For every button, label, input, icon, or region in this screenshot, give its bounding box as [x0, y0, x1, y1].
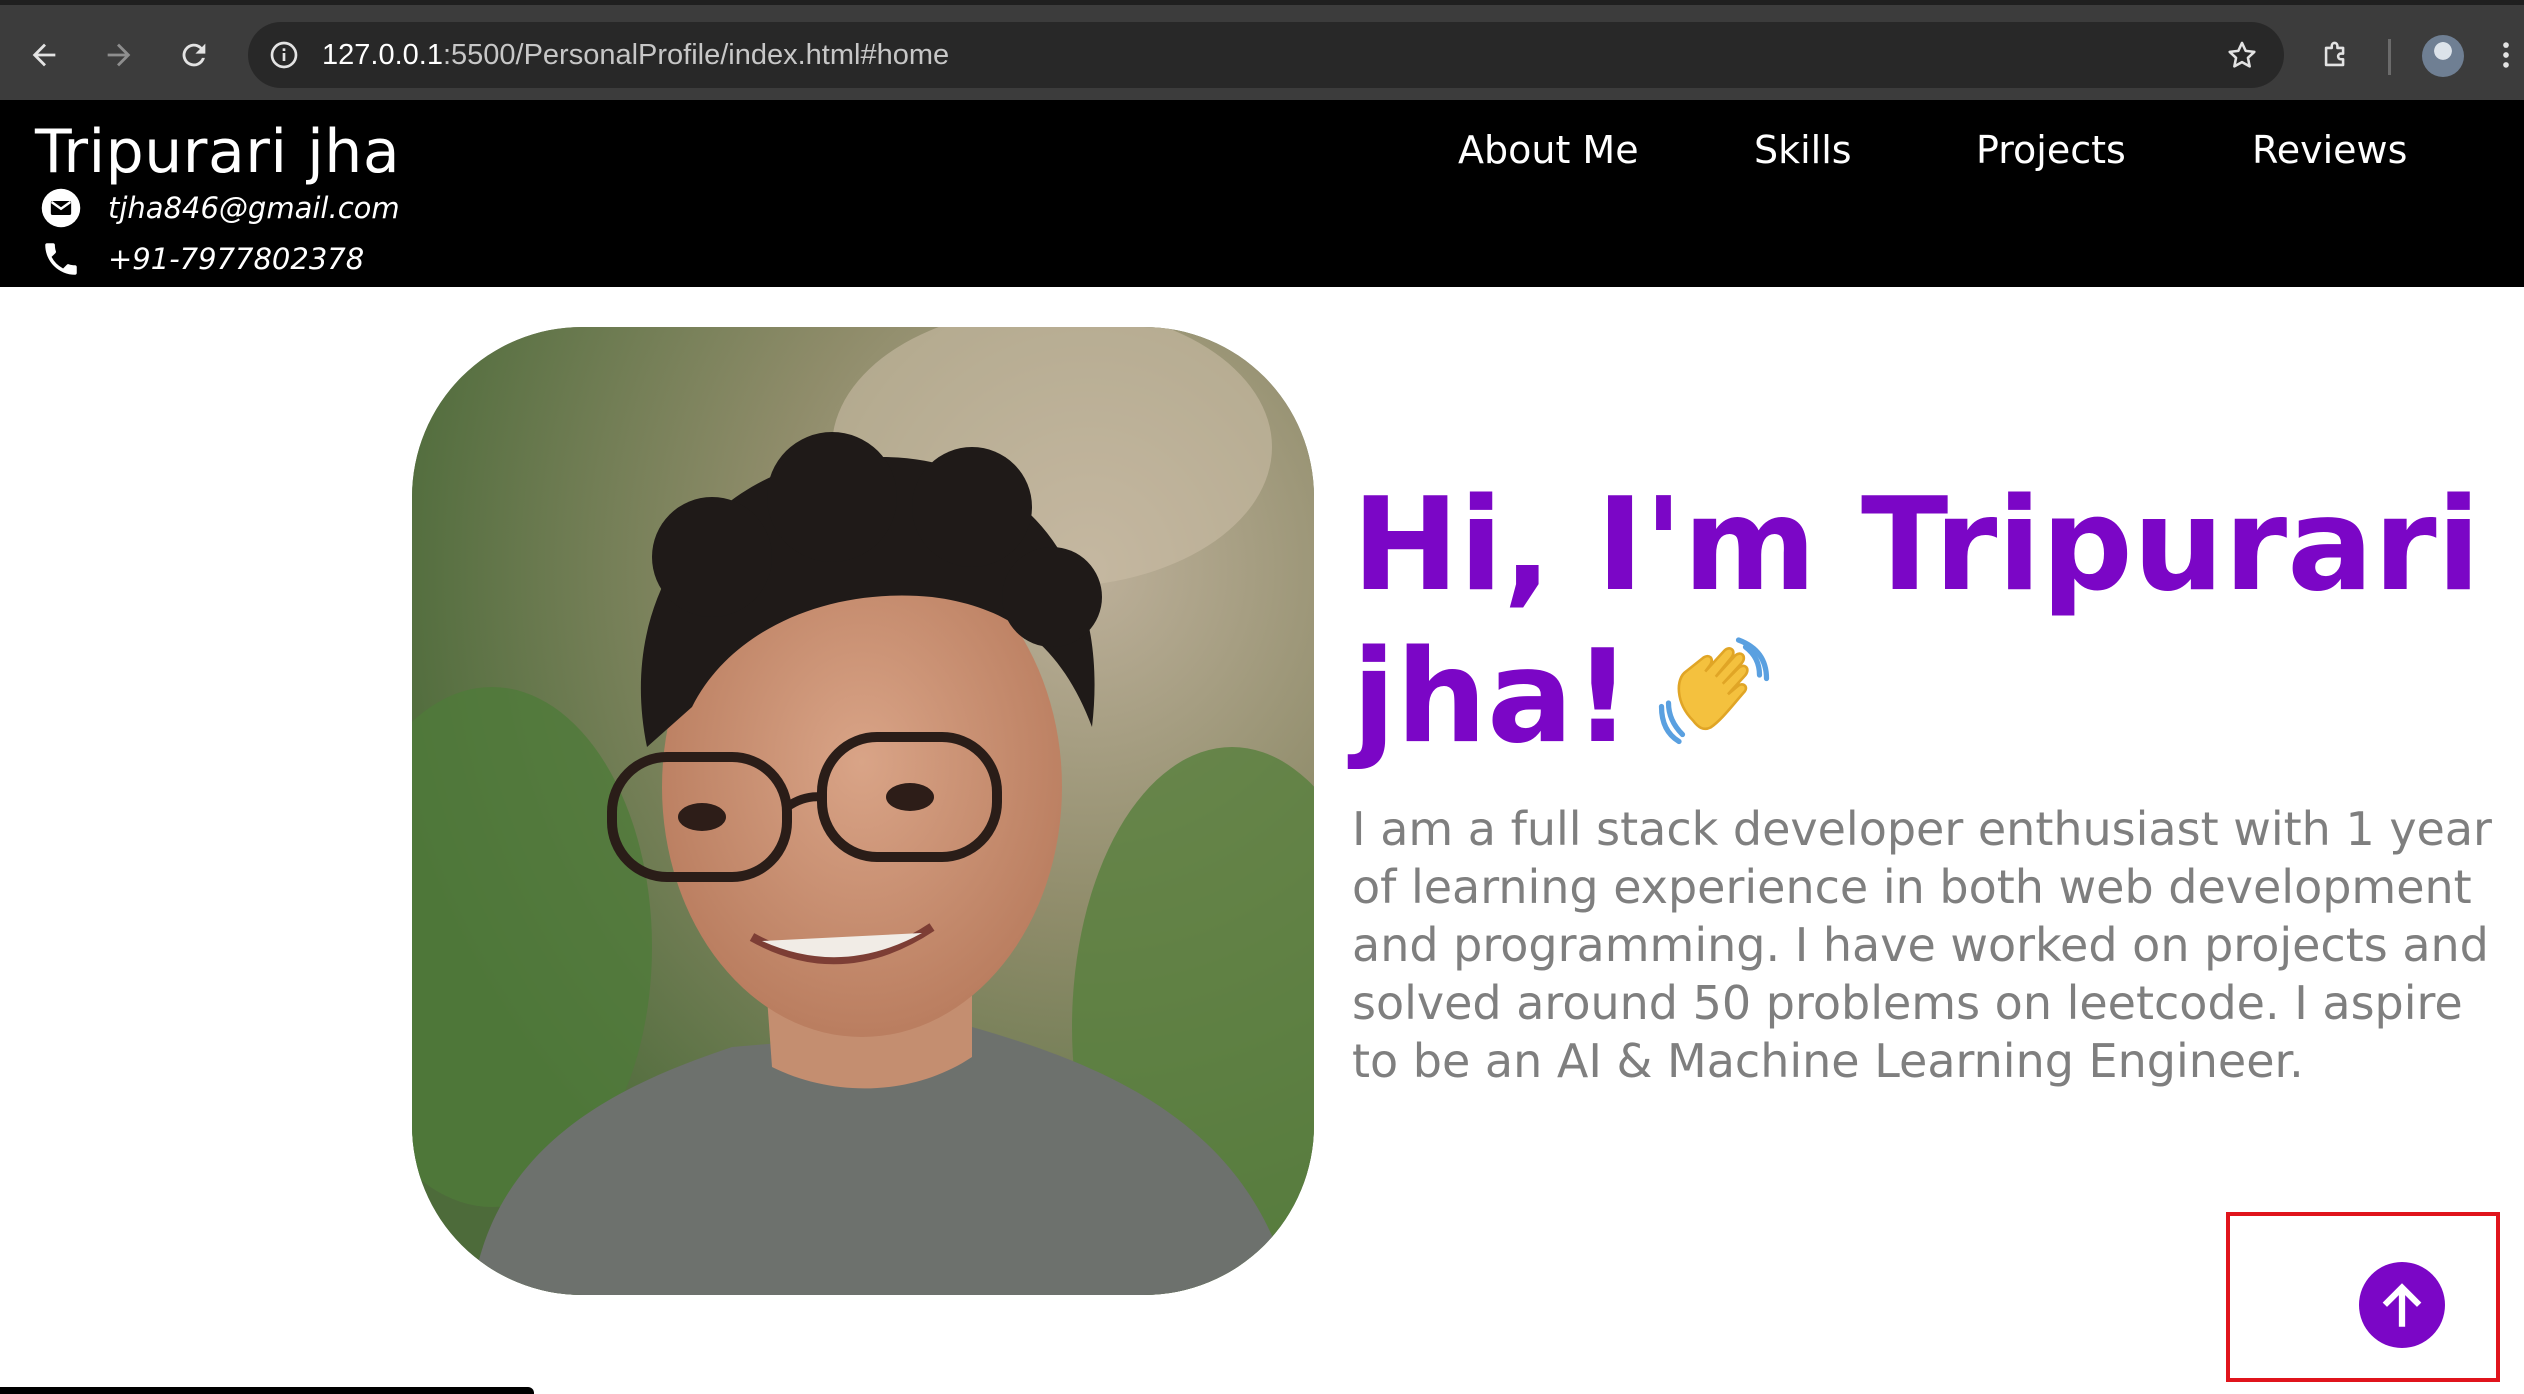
hero-title-line1: Hi, I'm Tripurari [1352, 471, 2481, 620]
email-text: tjha846@gmail.com [108, 191, 400, 225]
url-path: :5500/PersonalProfile/index.html#home [442, 39, 950, 71]
site-info-icon[interactable] [262, 33, 306, 77]
address-bar[interactable]: 127.0.0.1:5500/PersonalProfile/index.htm… [248, 22, 2284, 88]
reload-icon[interactable] [166, 27, 222, 83]
hero-title-line2: jha! [1352, 623, 1632, 772]
nav-about-me[interactable]: About Me [1458, 124, 1639, 176]
nav-skills[interactable]: Skills [1754, 124, 1852, 176]
waving-hand-icon [1658, 637, 1769, 745]
phone-contact[interactable]: +91-7977802378 [38, 236, 364, 282]
arrow-up-icon [2382, 1283, 2422, 1327]
site-header: Tripurari jha tjha846@gmail.com +91-7977… [0, 100, 2524, 287]
profile-avatar[interactable] [2422, 35, 2464, 77]
nav-reviews[interactable]: Reviews [2252, 124, 2407, 176]
back-arrow-icon[interactable] [16, 27, 72, 83]
hero-title: Hi, I'm Tripurari jha! [1352, 470, 2502, 774]
bottom-bar [0, 1387, 534, 1394]
brand-name: Tripurari jha [35, 117, 401, 187]
nav-projects[interactable]: Projects [1976, 124, 2126, 176]
email-contact[interactable]: tjha846@gmail.com [38, 185, 400, 231]
phone-text: +91-7977802378 [108, 242, 365, 276]
url-host: 127.0.0.1 [322, 39, 443, 71]
toolbar-separator [2388, 39, 2391, 75]
browser-toolbar: 127.0.0.1:5500/PersonalProfile/index.htm… [0, 0, 2524, 100]
kebab-menu-icon[interactable] [2488, 27, 2524, 83]
bookmark-star-icon[interactable] [2222, 35, 2262, 75]
hero-bio: I am a full stack developer enthusiast w… [1352, 802, 2492, 1088]
email-icon [38, 185, 84, 231]
phone-icon [38, 236, 84, 282]
profile-photo [412, 327, 1314, 1295]
scroll-to-top-button[interactable] [2359, 1262, 2445, 1348]
url-text: 127.0.0.1:5500/PersonalProfile/index.htm… [322, 36, 949, 74]
extensions-puzzle-icon[interactable] [2308, 27, 2364, 83]
forward-arrow-icon[interactable] [91, 27, 147, 83]
